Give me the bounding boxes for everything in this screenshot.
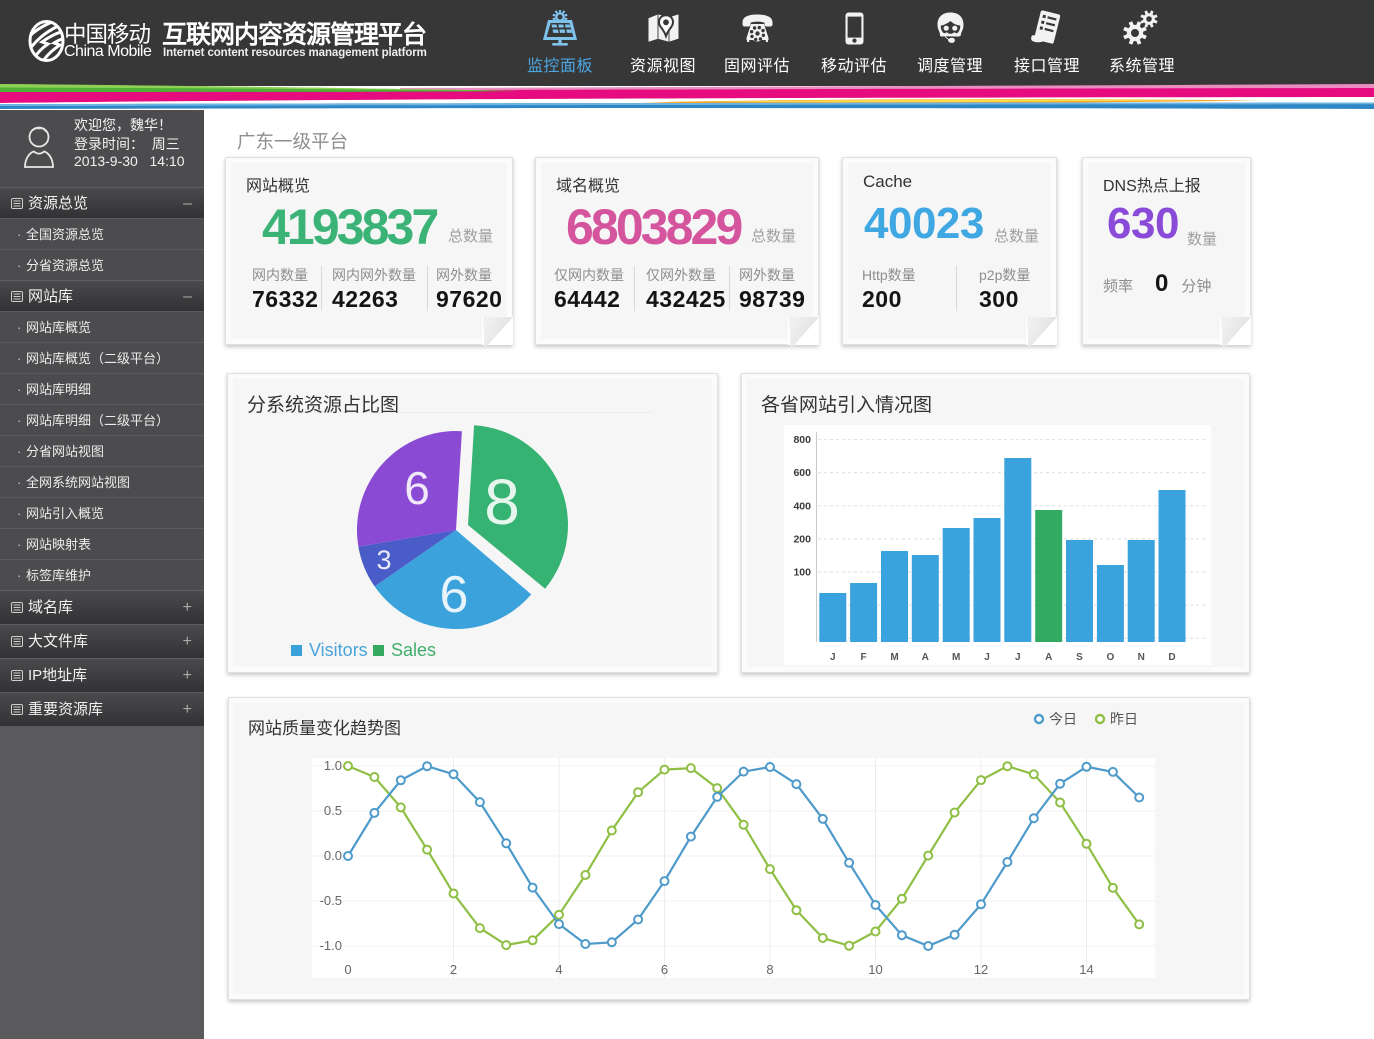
svg-text:8: 8: [766, 962, 773, 977]
svg-text:J: J: [830, 652, 836, 663]
svg-text:0.0: 0.0: [324, 848, 342, 863]
svg-text:M: M: [952, 652, 960, 663]
svg-text:6: 6: [661, 962, 668, 977]
svg-text:3: 3: [376, 545, 391, 575]
svg-text:12: 12: [974, 962, 988, 977]
svg-text:A: A: [922, 652, 929, 663]
svg-text:0: 0: [344, 962, 351, 977]
svg-text:6: 6: [404, 462, 430, 514]
svg-text:Sales: Sales: [391, 640, 436, 660]
svg-text:A: A: [1045, 652, 1052, 663]
svg-text:100: 100: [793, 567, 811, 579]
svg-text:0.5: 0.5: [324, 803, 342, 818]
svg-text:今日: 今日: [1049, 711, 1077, 727]
svg-text:4: 4: [555, 962, 562, 977]
svg-text:-1.0: -1.0: [320, 938, 342, 953]
svg-text:10: 10: [868, 962, 882, 977]
svg-text:-0.5: -0.5: [320, 893, 342, 908]
svg-text:1.0: 1.0: [324, 758, 342, 773]
svg-text:N: N: [1138, 652, 1145, 663]
svg-text:800: 800: [793, 434, 811, 446]
svg-text:2: 2: [450, 962, 457, 977]
svg-text:F: F: [861, 652, 867, 663]
svg-text:400: 400: [793, 500, 811, 512]
svg-text:昨日: 昨日: [1110, 711, 1138, 727]
svg-text:J: J: [1015, 652, 1021, 663]
svg-text:Visitors: Visitors: [309, 640, 368, 660]
svg-text:8: 8: [484, 466, 520, 538]
svg-text:600: 600: [793, 467, 811, 479]
svg-text:D: D: [1168, 652, 1175, 663]
svg-text:14: 14: [1079, 962, 1093, 977]
svg-text:6: 6: [440, 566, 469, 624]
svg-text:O: O: [1107, 652, 1115, 663]
svg-text:M: M: [890, 652, 898, 663]
svg-text:S: S: [1076, 652, 1083, 663]
svg-text:J: J: [984, 652, 990, 663]
svg-text:200: 200: [793, 533, 811, 545]
